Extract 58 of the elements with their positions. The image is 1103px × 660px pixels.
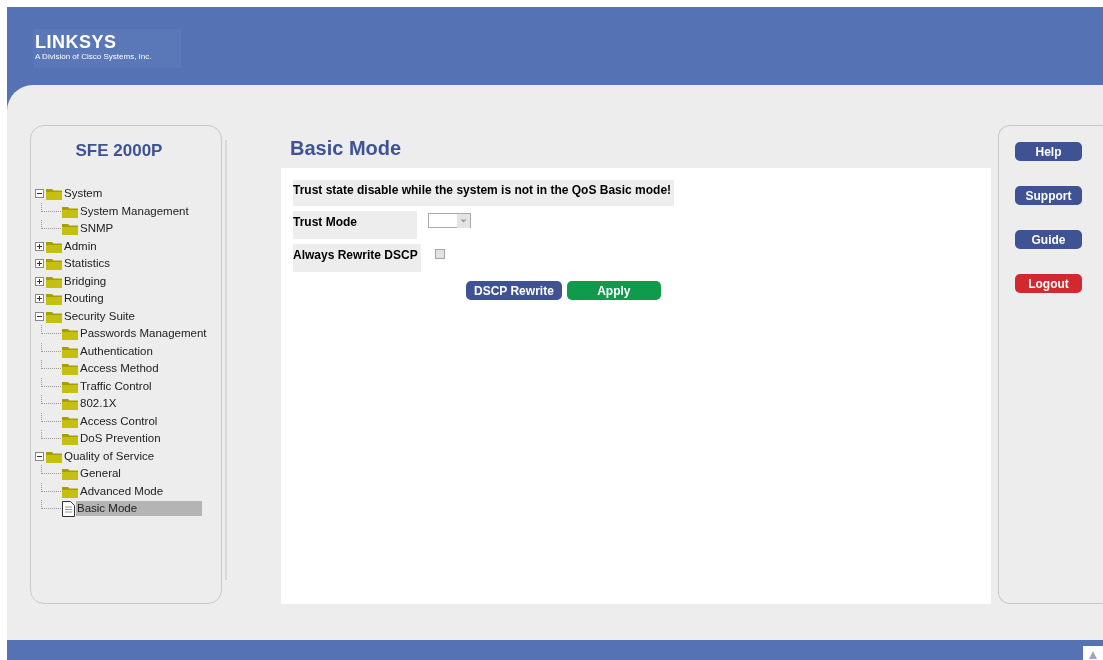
folder-icon bbox=[62, 344, 78, 358]
tree-item[interactable]: Basic Mode bbox=[76, 501, 202, 517]
tree-item[interactable]: Quality of Service bbox=[63, 448, 156, 464]
folder-icon bbox=[46, 257, 62, 271]
page-title: Basic Mode bbox=[290, 136, 403, 160]
field-label: Trust Mode bbox=[293, 211, 417, 239]
logo-tagline: A Division of Cisco Systems, Inc. bbox=[35, 52, 152, 62]
dscp-rewrite-button[interactable]: DSCP Rewrite bbox=[466, 281, 562, 300]
nav-button[interactable]: Guide bbox=[1015, 230, 1082, 249]
folder-icon bbox=[46, 187, 62, 201]
apply-button[interactable]: Apply bbox=[566, 281, 661, 300]
folder-icon bbox=[46, 309, 62, 323]
tree-item[interactable]: Admin bbox=[63, 238, 98, 254]
folder-icon bbox=[62, 467, 78, 481]
nav-button[interactable]: Support bbox=[1015, 186, 1082, 205]
tree-item[interactable]: General bbox=[79, 466, 122, 482]
folder-icon bbox=[46, 449, 62, 463]
folder-icon bbox=[62, 379, 78, 393]
folder-icon bbox=[62, 484, 78, 498]
tree-item[interactable]: Advanced Mode bbox=[79, 483, 165, 499]
notice-text: Trust state disable while the system is not in the QoS Basic mode! bbox=[293, 180, 675, 206]
expand-icon[interactable] bbox=[35, 259, 44, 269]
collapse-icon[interactable] bbox=[35, 451, 44, 461]
folder-icon bbox=[46, 292, 62, 306]
tree-item[interactable]: Traffic Control bbox=[79, 378, 153, 394]
logo: LINKSYS bbox=[35, 32, 118, 52]
tree-item[interactable]: Passwords Management bbox=[79, 326, 208, 342]
device-title: SFE 2000P bbox=[74, 141, 164, 161]
folder-icon bbox=[62, 432, 78, 446]
folder-icon bbox=[62, 222, 78, 236]
expand-icon[interactable] bbox=[35, 241, 44, 251]
tree-item[interactable]: Security Suite bbox=[63, 308, 136, 324]
tree-item[interactable]: Bridging bbox=[63, 273, 108, 289]
folder-icon bbox=[62, 362, 78, 376]
folder-icon bbox=[62, 397, 78, 411]
expand-icon[interactable] bbox=[35, 276, 44, 286]
collapse-icon[interactable] bbox=[35, 189, 44, 199]
tree-item[interactable]: SNMP bbox=[79, 221, 115, 237]
nav-button[interactable]: Help bbox=[1015, 142, 1082, 161]
tree-item[interactable]: Authentication bbox=[79, 343, 154, 359]
tree-item[interactable]: System bbox=[63, 186, 104, 202]
expand-icon[interactable] bbox=[35, 294, 44, 304]
nav-button[interactable]: Logout bbox=[1015, 274, 1082, 293]
tree-item[interactable]: Access Method bbox=[79, 361, 160, 377]
tree-item[interactable]: Routing bbox=[63, 291, 105, 307]
folder-icon bbox=[46, 239, 62, 253]
tree-item[interactable]: Access Control bbox=[79, 413, 159, 429]
folder-icon bbox=[62, 204, 78, 218]
field-label: Always Rewrite DSCP bbox=[293, 244, 421, 272]
tree-item[interactable]: Statistics bbox=[63, 256, 111, 272]
collapse-icon[interactable] bbox=[35, 311, 44, 321]
folder-icon bbox=[62, 414, 78, 428]
folder-icon bbox=[62, 327, 78, 341]
tree-item[interactable]: DoS Prevention bbox=[79, 431, 162, 447]
folder-icon bbox=[46, 274, 62, 288]
logo-icon bbox=[1083, 646, 1103, 660]
tree-item[interactable]: System Management bbox=[79, 203, 190, 219]
tree-item[interactable]: 802.1X bbox=[79, 396, 118, 412]
